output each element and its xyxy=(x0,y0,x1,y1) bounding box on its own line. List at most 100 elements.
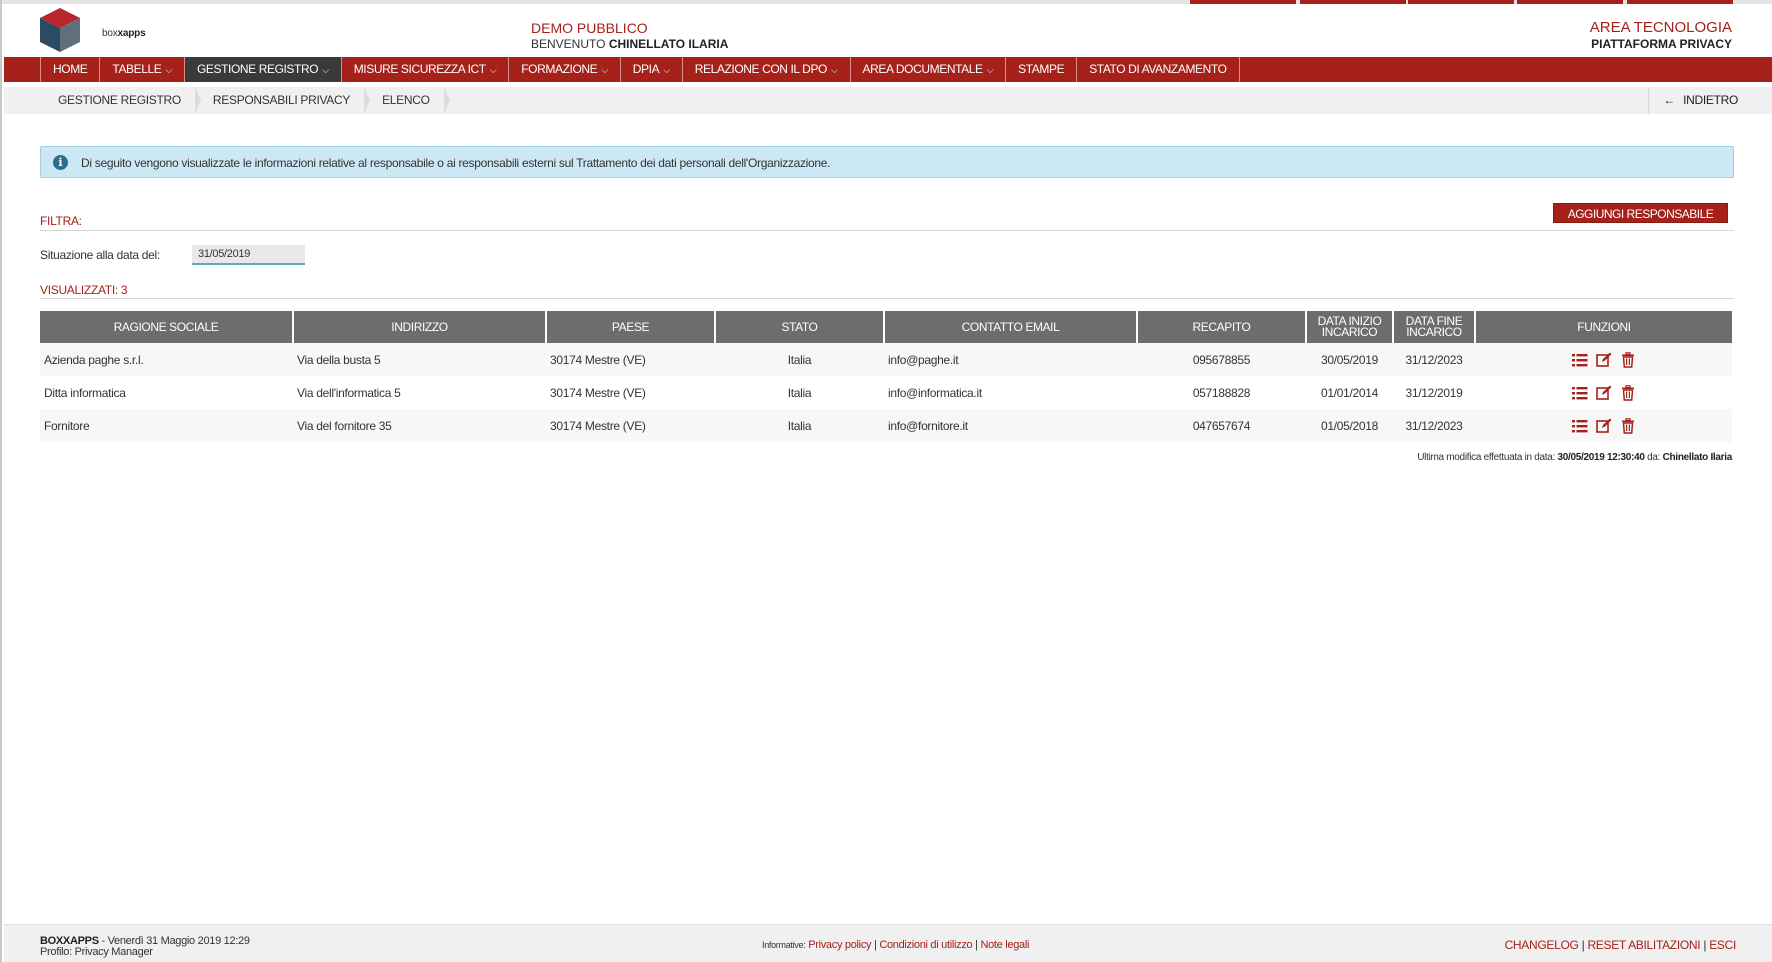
divider xyxy=(40,298,1734,299)
exit-link[interactable]: ESCI xyxy=(1709,938,1736,952)
cell-recapito: 057188828 xyxy=(1192,385,1251,400)
cell-data-fine: 31/12/2019 xyxy=(1405,385,1463,400)
top-tab[interactable] xyxy=(1190,0,1296,4)
info-alert: i Di seguito vengono visualizzate le inf… xyxy=(40,146,1734,178)
cell-ragione-sociale: Azienda paghe s.r.l. xyxy=(44,352,144,367)
cell-paese: 30174 Mestre (VE) xyxy=(550,418,646,433)
trash-icon[interactable] xyxy=(1620,384,1636,401)
nav-tabelle[interactable]: TABELLE ⌵ xyxy=(100,57,185,82)
footer-left: BOXXAPPS - Venerdì 31 Maggio 2019 12:29 … xyxy=(40,936,250,958)
cell-funzioni xyxy=(1475,343,1732,376)
filter-section-label: FILTRA: xyxy=(40,214,82,228)
nav-formazione[interactable]: FORMAZIONE ⌵ xyxy=(509,57,621,82)
nav-stato-avanzamento[interactable]: STATO DI AVANZAMENTO xyxy=(1077,57,1240,82)
col-ragione-sociale[interactable]: RAGIONE SOCIALE xyxy=(40,311,294,343)
chevron-down-icon: ⌵ xyxy=(487,65,497,75)
footer: BOXXAPPS - Venerdì 31 Maggio 2019 12:29 … xyxy=(4,924,1772,962)
user-name: CHINELLATO ILARIA xyxy=(608,37,729,51)
chevron-down-icon: ⌵ xyxy=(661,65,670,75)
demo-title: DEMO PUBBLICO xyxy=(531,20,648,36)
table-row: Fornitore Via del fornitore 35 30174 Mes… xyxy=(40,409,1732,442)
col-recapito[interactable]: RECAPITO xyxy=(1137,311,1307,343)
cell-data-inizio: 30/05/2019 xyxy=(1320,352,1379,367)
edit-icon[interactable] xyxy=(1595,418,1612,434)
col-paese[interactable]: PAESE xyxy=(546,311,716,343)
date-filter-input[interactable] xyxy=(192,245,305,265)
breadcrumb: GESTIONE REGISTRO RESPONSABILI PRIVACY E… xyxy=(4,87,1772,114)
list-icon[interactable] xyxy=(1571,385,1588,401)
nav-stampe[interactable]: STAMPE xyxy=(1006,57,1078,82)
cell-recapito: 095678855 xyxy=(1192,352,1251,367)
cell-funzioni xyxy=(1475,409,1732,442)
chevron-down-icon: ⌵ xyxy=(984,65,994,75)
results-count-label: VISUALIZZATI: 3 xyxy=(40,283,128,297)
cell-email: info@fornitore.it xyxy=(888,418,968,433)
boxxapps-logo[interactable]: boxxapps xyxy=(38,6,146,54)
chevron-down-icon: ⌵ xyxy=(163,65,173,75)
conditions-link[interactable]: Condizioni di utilizzo xyxy=(879,939,972,951)
cube-logo-icon xyxy=(40,8,80,52)
cell-paese: 30174 Mestre (VE) xyxy=(550,385,646,400)
list-icon[interactable] xyxy=(1571,418,1588,434)
edit-icon[interactable] xyxy=(1595,385,1612,401)
chevron-down-icon: ⌵ xyxy=(829,65,838,75)
cell-data-inizio: 01/05/2018 xyxy=(1320,418,1379,433)
chevron-down-icon: ⌵ xyxy=(599,65,608,75)
header-center: DEMO PUBBLICO BENVENUTO CHINELLATO ILARI… xyxy=(531,20,728,52)
back-button[interactable]: ← INDIETRO xyxy=(1648,87,1772,114)
nav-relazione-dpo[interactable]: RELAZIONE CON IL DPO ⌵ xyxy=(683,57,851,82)
cell-data-fine: 31/12/2023 xyxy=(1405,418,1463,433)
chevron-down-icon: ⌵ xyxy=(320,65,329,75)
breadcrumb-responsabili-privacy[interactable]: RESPONSABILI PRIVACY xyxy=(195,87,371,114)
footer-links: Informative: Privacy policy | Condizioni… xyxy=(762,939,1030,951)
responsabili-table: RAGIONE SOCIALE INDIRIZZO PAESE STATO CO… xyxy=(40,311,1732,442)
nav-area-documentale[interactable]: AREA DOCUMENTALE ⌵ xyxy=(851,57,1007,82)
cell-stato: Italia xyxy=(787,418,812,433)
col-stato[interactable]: STATO xyxy=(715,311,885,343)
trash-icon[interactable] xyxy=(1620,351,1636,368)
list-icon[interactable] xyxy=(1571,352,1588,368)
breadcrumb-gestione-registro[interactable]: GESTIONE REGISTRO xyxy=(40,87,201,114)
informative-label: Informative: xyxy=(762,940,806,950)
trash-icon[interactable] xyxy=(1620,417,1636,434)
edit-icon[interactable] xyxy=(1595,352,1612,368)
nav-dpia[interactable]: DPIA ⌵ xyxy=(621,57,683,82)
alert-text: Di seguito vengono visualizzate le infor… xyxy=(81,156,831,170)
top-tab[interactable] xyxy=(1627,0,1733,4)
privacy-policy-link[interactable]: Privacy policy xyxy=(808,939,871,951)
col-contatto-email[interactable]: CONTATTO EMAIL xyxy=(884,311,1138,343)
cell-indirizzo: Via del fornitore 35 xyxy=(297,418,392,433)
cell-indirizzo: Via dell'informatica 5 xyxy=(297,385,401,400)
cell-stato: Italia xyxy=(787,385,812,400)
col-data-fine[interactable]: DATA FINE INCARICO xyxy=(1393,311,1476,343)
nav-gestione-registro[interactable]: GESTIONE REGISTRO ⌵ xyxy=(184,57,342,82)
logo-wordmark: boxxapps xyxy=(102,28,146,39)
legal-notes-link[interactable]: Note legali xyxy=(980,939,1029,951)
cell-data-inizio: 01/01/2014 xyxy=(1320,385,1379,400)
add-responsabile-button[interactable]: AGGIUNGI RESPONSABILE PRIVACY xyxy=(1553,203,1728,241)
top-tab[interactable] xyxy=(1300,0,1406,4)
cell-email: info@paghe.it xyxy=(888,352,959,367)
nav-misure-sicurezza[interactable]: MISURE SICUREZZA ICT ⌵ xyxy=(342,57,510,82)
cell-recapito: 047657674 xyxy=(1192,418,1251,433)
col-data-inizio[interactable]: DATA INIZIO INCARICO xyxy=(1306,311,1394,343)
cell-ragione-sociale: Fornitore xyxy=(44,418,90,433)
top-tab[interactable] xyxy=(1517,0,1623,4)
top-tab[interactable] xyxy=(1408,0,1514,4)
cell-email: info@informatica.it xyxy=(888,385,982,400)
cell-funzioni xyxy=(1475,376,1732,409)
platform-title: PIATTAFORMA PRIVACY xyxy=(1591,37,1732,51)
reset-abilitazioni-link[interactable]: RESET ABILITAZIONI xyxy=(1587,938,1700,952)
changelog-link[interactable]: CHANGELOG xyxy=(1505,938,1579,952)
cell-paese: 30174 Mestre (VE) xyxy=(550,352,646,367)
col-indirizzo[interactable]: INDIRIZZO xyxy=(293,311,547,343)
footer-right: CHANGELOG | RESET ABILITAZIONI | ESCI xyxy=(1504,938,1737,952)
welcome-text: BENVENUTO CHINELLATO ILARIA xyxy=(531,37,729,51)
footer-profile: Profilo: Privacy Manager xyxy=(40,946,153,958)
last-modified-info: Ultima modifica effettuata in data: 30/0… xyxy=(1417,452,1732,463)
col-funzioni: FUNZIONI xyxy=(1475,311,1732,343)
nav-home[interactable]: HOME xyxy=(40,57,101,82)
table-header-row: RAGIONE SOCIALE INDIRIZZO PAESE STATO CO… xyxy=(40,311,1732,343)
main-nav: HOME TABELLE ⌵ GESTIONE REGISTRO ⌵ MISUR… xyxy=(4,57,1772,82)
top-strip xyxy=(2,0,1772,4)
